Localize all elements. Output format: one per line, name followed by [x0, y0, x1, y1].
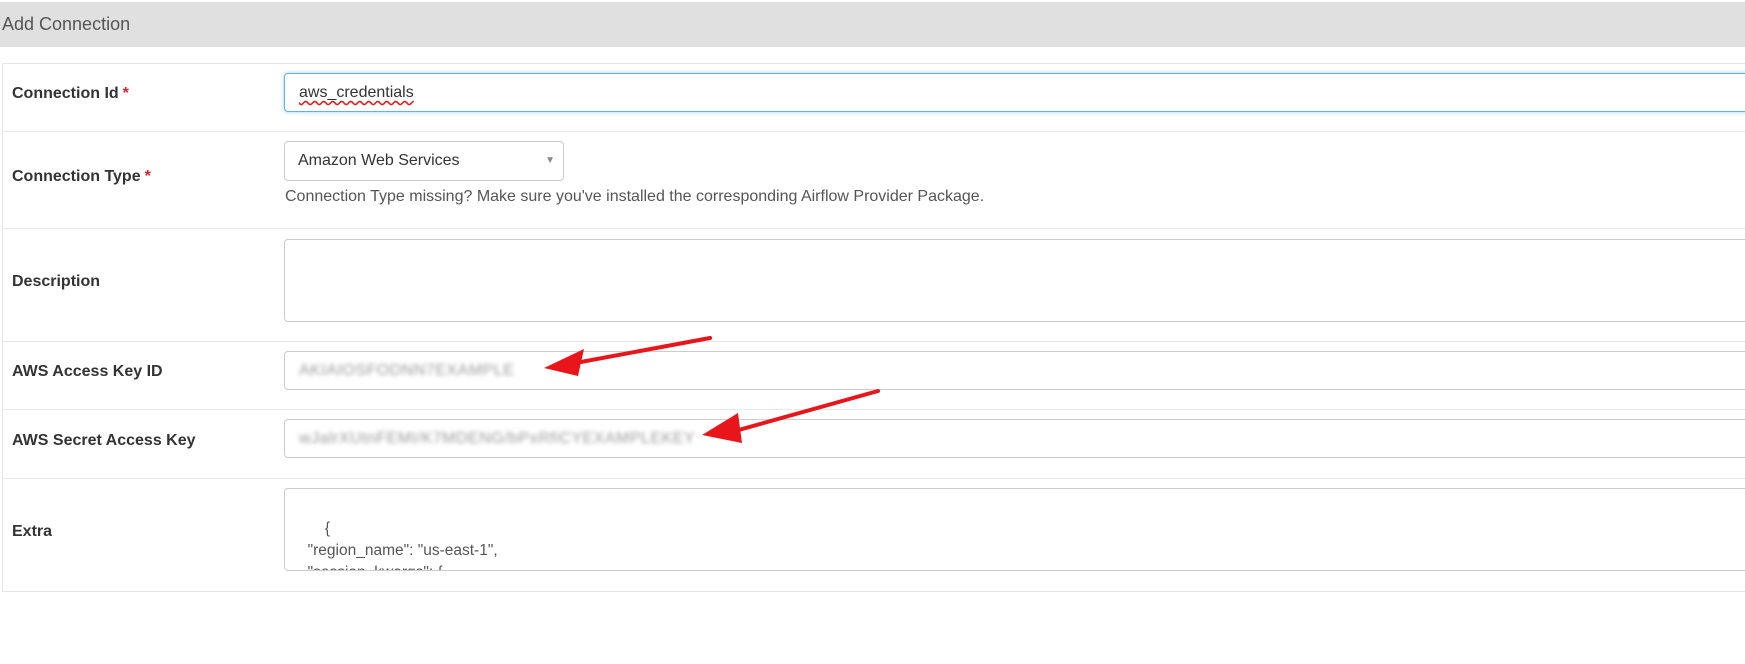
required-mark: * [122, 85, 129, 102]
row-extra: Extra { "region_name": "us-east-1", "ses… [3, 479, 1745, 592]
connection-id-input[interactable]: aws_credentials [284, 73, 1745, 112]
connection-type-label: Connection Type * [12, 168, 151, 185]
page-header: Add Connection [0, 2, 1745, 47]
aws-access-key-id-label: AWS Access Key ID [12, 363, 163, 380]
aws-access-key-id-value: AKIAIOSFODNN7EXAMPLE [299, 362, 515, 379]
extra-value: { "region_name": "us-east-1", "session_k… [307, 520, 498, 570]
extra-label: Extra [12, 523, 53, 540]
extra-textarea[interactable]: { "region_name": "us-east-1", "session_k… [284, 488, 1745, 571]
aws-secret-access-key-label: AWS Secret Access Key [12, 432, 196, 449]
annotation-arrow-secret-key [702, 389, 880, 443]
annotation-arrow-access-key [544, 336, 712, 376]
row-connection-id: Connection Id * aws_credentials [3, 64, 1745, 132]
aws-access-key-id-input[interactable]: AKIAIOSFODNN7EXAMPLE [284, 351, 1745, 390]
aws-secret-access-key-input[interactable]: wJalrXUtnFEMI/K7MDENG/bPxRfiCYEXAMPLEKEY [284, 419, 1745, 458]
page-title: Add Connection [2, 14, 131, 34]
connection-id-label: Connection Id * [12, 85, 129, 102]
connection-type-select[interactable]: Amazon Web Services ▼ [284, 141, 564, 181]
required-mark: * [144, 168, 151, 185]
row-connection-type: Connection Type * Amazon Web Services ▼ C… [3, 132, 1745, 229]
chevron-down-icon: ▼ [545, 155, 555, 166]
row-description: Description [3, 229, 1745, 342]
description-label: Description [12, 273, 101, 290]
description-textarea[interactable] [284, 239, 1745, 322]
connection-id-value: aws_credentials [299, 84, 414, 101]
connection-type-help: Connection Type missing? Make sure you'v… [285, 188, 985, 205]
aws-secret-access-key-value: wJalrXUtnFEMI/K7MDENG/bPxRfiCYEXAMPLEKEY [299, 430, 696, 447]
connection-type-selected: Amazon Web Services [298, 152, 460, 169]
connection-form: Connection Id * aws_credentials Connectio… [2, 63, 1745, 592]
